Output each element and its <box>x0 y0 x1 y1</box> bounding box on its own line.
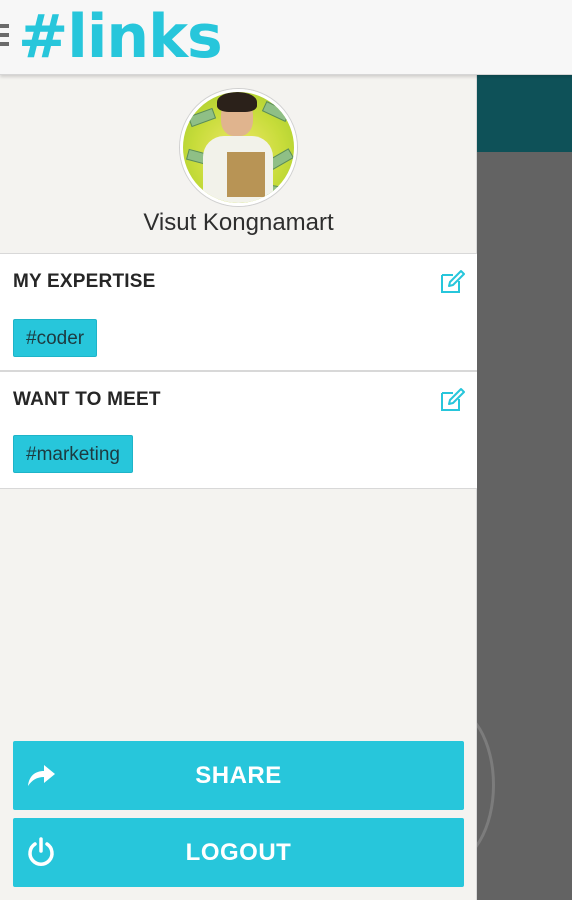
logout-label: LOGOUT <box>185 839 292 866</box>
share-button[interactable]: SHARE <box>13 741 464 810</box>
app-bar: #links <box>0 0 572 75</box>
share-label: SHARE <box>195 762 282 789</box>
expertise-tag[interactable]: #coder <box>13 319 98 357</box>
want-to-meet-tag[interactable]: #marketing <box>13 435 133 473</box>
want-to-meet-section: WANT TO MEET #marketing <box>0 371 477 489</box>
my-expertise-heading: MY EXPERTISE <box>13 271 156 292</box>
my-expertise-section: MY EXPERTISE #coder <box>0 253 477 371</box>
hamburger-menu-icon[interactable] <box>0 24 9 50</box>
navigation-drawer: Visut Kongnamart MY EXPERTISE #coder WAN… <box>0 75 477 900</box>
want-to-meet-heading: WANT TO MEET <box>13 389 161 410</box>
edit-icon[interactable] <box>439 269 465 295</box>
logout-button[interactable]: LOGOUT <box>13 818 464 887</box>
background-header <box>477 75 572 152</box>
avatar[interactable] <box>180 89 297 206</box>
profile-header: Visut Kongnamart <box>0 75 477 253</box>
app-title: #links <box>18 2 223 72</box>
edit-icon[interactable] <box>439 387 465 413</box>
profile-name: Visut Kongnamart <box>143 209 334 236</box>
